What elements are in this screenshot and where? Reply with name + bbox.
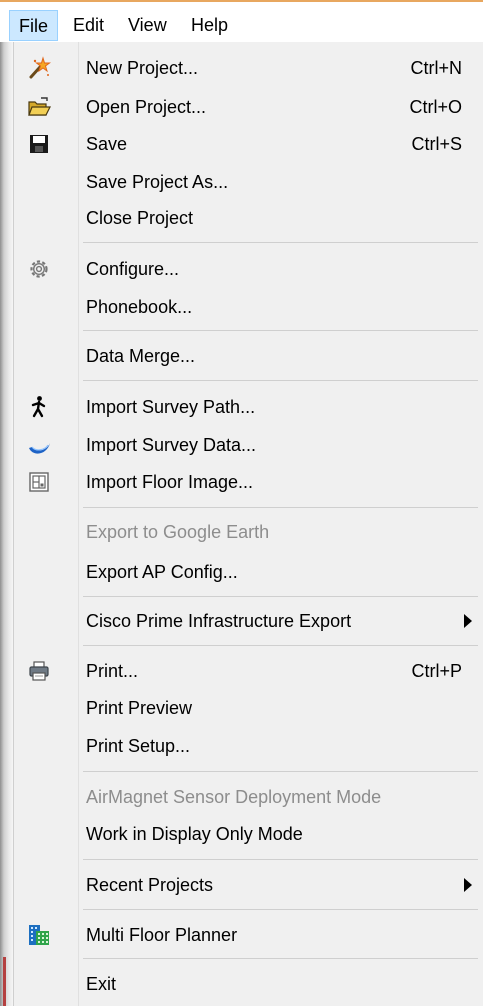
menu-item-exit[interactable]: Exit	[14, 966, 483, 1002]
menu-view[interactable]: View	[119, 10, 176, 41]
submenu-arrow-icon	[464, 878, 472, 892]
menu-separator	[83, 507, 478, 508]
menu-help[interactable]: Help	[182, 10, 237, 41]
menu-item-label: Print Preview	[86, 698, 193, 718]
menu-item-label: Close Project	[86, 208, 194, 228]
menu-separator	[83, 596, 478, 597]
menu-item-new-project[interactable]: New Project... Ctrl+N	[14, 50, 483, 86]
menu-item-label: New Project...	[86, 58, 199, 78]
menu-item-label: Export AP Config...	[86, 562, 238, 582]
menu-file[interactable]: File	[9, 10, 59, 41]
shortcut-text: Ctrl+O	[409, 97, 462, 117]
menu-item-print-preview[interactable]: Print Preview	[14, 690, 483, 726]
walking-person-icon	[27, 395, 51, 419]
window-edge	[0, 42, 13, 1006]
menu-item-label: Data Merge...	[86, 346, 196, 366]
menu-item-import-survey-path[interactable]: Import Survey Path...	[14, 389, 483, 425]
menu-item-label: Work in Display Only Mode	[86, 824, 303, 844]
multi-floor-building-icon	[27, 923, 51, 947]
menu-item-print[interactable]: Print... Ctrl+P	[14, 653, 483, 689]
menu-item-label: Import Survey Path...	[86, 397, 256, 417]
shortcut-text: Ctrl+P	[411, 661, 462, 681]
menu-item-label: Multi Floor Planner	[86, 925, 238, 945]
menu-item-label: Print...	[86, 661, 139, 681]
file-menu-dropdown: New Project... Ctrl+N Open Project... Ct…	[13, 42, 483, 1006]
menu-item-label: Save Project As...	[86, 172, 229, 192]
menu-item-label: Open Project...	[86, 97, 207, 117]
menu-item-label: Recent Projects	[86, 875, 214, 895]
menu-item-recent-projects[interactable]: Recent Projects	[14, 867, 483, 903]
menu-item-label: Exit	[86, 974, 117, 994]
menu-separator	[83, 330, 478, 331]
menu-separator	[83, 645, 478, 646]
printer-icon	[27, 659, 51, 683]
menu-separator	[83, 958, 478, 959]
floppy-disk-icon	[27, 132, 51, 156]
menu-item-open-project[interactable]: Open Project... Ctrl+O	[14, 89, 483, 125]
menu-item-multi-floor-planner[interactable]: Multi Floor Planner	[14, 917, 483, 953]
menu-item-export-google-earth[interactable]: Export to Google Earth	[14, 514, 483, 550]
menu-edit[interactable]: Edit	[64, 10, 113, 41]
menu-item-label: Export to Google Earth	[86, 522, 270, 542]
menu-item-phonebook[interactable]: Phonebook...	[14, 289, 483, 325]
menu-item-label: AirMagnet Sensor Deployment Mode	[86, 787, 382, 807]
menu-item-configure[interactable]: Configure...	[14, 251, 483, 287]
survey-wave-icon	[27, 433, 51, 457]
submenu-arrow-icon	[464, 614, 472, 628]
menu-item-export-ap-config[interactable]: Export AP Config...	[14, 554, 483, 590]
background-accent	[3, 957, 6, 1006]
menu-item-sensor-deployment-mode[interactable]: AirMagnet Sensor Deployment Mode	[14, 779, 483, 815]
gear-icon	[27, 257, 51, 281]
menu-bar: File Edit View Help	[0, 0, 483, 42]
menu-separator	[83, 909, 478, 910]
menu-item-save[interactable]: Save Ctrl+S	[14, 126, 483, 162]
menu-item-label: Save	[86, 134, 128, 154]
menu-separator	[83, 859, 478, 860]
menu-item-label: Configure...	[86, 259, 180, 279]
shortcut-text: Ctrl+S	[411, 134, 462, 154]
open-folder-icon	[27, 95, 51, 119]
menu-item-print-setup[interactable]: Print Setup...	[14, 728, 483, 764]
shortcut-text: Ctrl+N	[410, 58, 462, 78]
menu-item-cisco-prime-export[interactable]: Cisco Prime Infrastructure Export	[14, 603, 483, 639]
menu-item-label: Import Survey Data...	[86, 435, 257, 455]
menu-separator	[83, 771, 478, 772]
menu-item-close-project[interactable]: Close Project	[14, 200, 483, 236]
menu-item-import-survey-data[interactable]: Import Survey Data...	[14, 427, 483, 463]
menu-item-display-only-mode[interactable]: Work in Display Only Mode	[14, 816, 483, 852]
menu-item-label: Phonebook...	[86, 297, 193, 317]
menu-item-label: Print Setup...	[86, 736, 191, 756]
menu-item-data-merge[interactable]: Data Merge...	[14, 338, 483, 374]
new-project-wand-icon	[27, 56, 51, 80]
menu-separator	[83, 242, 478, 243]
menu-item-import-floor-image[interactable]: Import Floor Image...	[14, 464, 483, 500]
menu-item-label: Import Floor Image...	[86, 472, 254, 492]
menu-item-save-project-as[interactable]: Save Project As...	[14, 164, 483, 200]
menu-item-label: Cisco Prime Infrastructure Export	[86, 611, 352, 631]
floor-image-icon	[27, 470, 51, 494]
menu-separator	[83, 380, 478, 381]
